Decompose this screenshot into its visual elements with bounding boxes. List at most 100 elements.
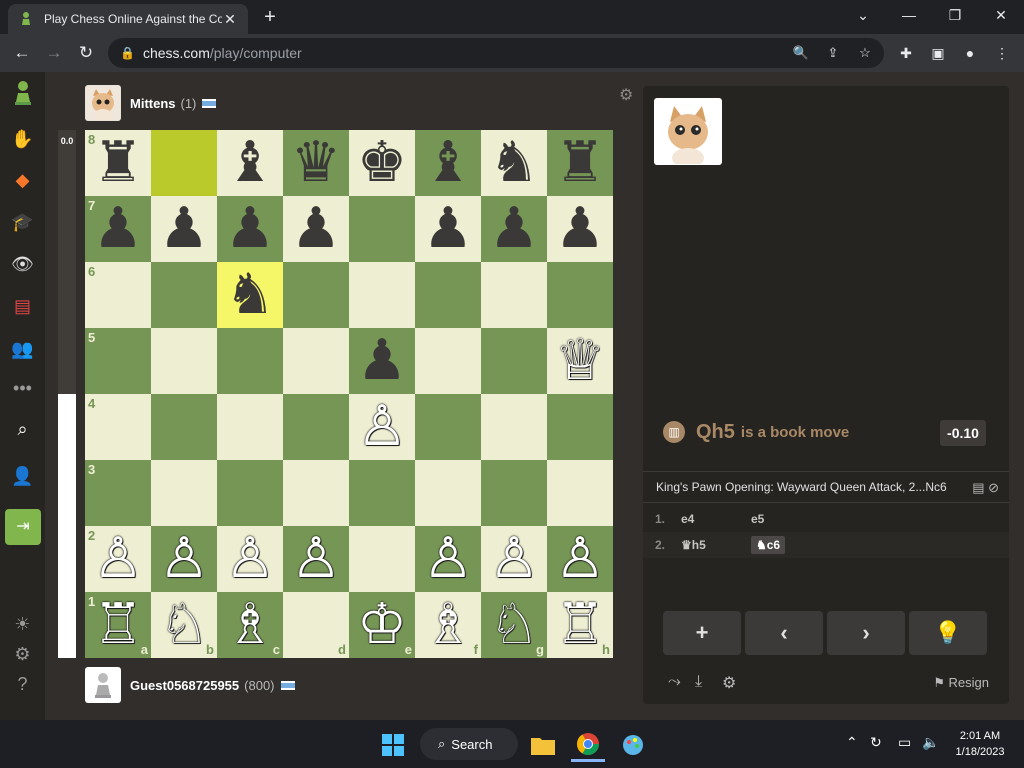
square-b1[interactable]: b ♘ — [151, 592, 217, 658]
extensions-icon[interactable]: ✚ — [896, 43, 916, 63]
square-d6[interactable] — [283, 262, 349, 328]
square-g4[interactable] — [481, 394, 547, 460]
paint-icon[interactable] — [616, 728, 650, 762]
chess-piece-e1[interactable]: ♔ — [357, 592, 407, 658]
black-move[interactable]: ♞c6 — [751, 536, 786, 554]
opening-book-icon[interactable]: ▤ ⊘ — [972, 480, 999, 496]
watch-icon[interactable]: 👁 — [8, 250, 37, 279]
chess-piece-g2[interactable]: ♙ — [489, 526, 539, 592]
square-a4[interactable]: 4 — [85, 394, 151, 460]
chess-piece-b7[interactable]: ♟ — [159, 196, 209, 262]
network-icon[interactable]: ▭ — [898, 734, 911, 751]
square-e2[interactable] — [349, 526, 415, 592]
address-bar[interactable]: 🔒 chess.com/play/computer 🔍 ⇪ ☆ — [108, 38, 884, 68]
chess-piece-c2[interactable]: ♙ — [225, 526, 275, 592]
theme-icon[interactable]: ☀ — [8, 610, 37, 639]
new-game-button[interactable]: + — [663, 611, 741, 655]
square-h2[interactable]: ♙ — [547, 526, 613, 592]
square-e3[interactable] — [349, 460, 415, 526]
back-icon[interactable]: ← — [10, 41, 34, 65]
square-h6[interactable] — [547, 262, 613, 328]
square-c2[interactable]: ♙ — [217, 526, 283, 592]
square-d7[interactable]: ♟ — [283, 196, 349, 262]
chess-piece-h7[interactable]: ♟ — [555, 196, 605, 262]
square-h7[interactable]: ♟ — [547, 196, 613, 262]
square-d8[interactable]: ♛ — [283, 130, 349, 196]
file-explorer-icon[interactable] — [526, 728, 560, 762]
chess-piece-h1[interactable]: ♖ — [555, 592, 605, 658]
square-h8[interactable]: ♜ — [547, 130, 613, 196]
reload-icon[interactable]: ↻ — [74, 41, 98, 65]
previous-move-button[interactable]: ‹ — [745, 611, 823, 655]
square-b7[interactable]: ♟ — [151, 196, 217, 262]
forward-icon[interactable]: → — [42, 41, 66, 65]
share-icon[interactable]: ⤳ — [668, 673, 681, 691]
news-icon[interactable]: ▤ — [8, 292, 37, 321]
chess-piece-e4[interactable]: ♙ — [357, 394, 407, 460]
square-e4[interactable]: ♙ — [349, 394, 415, 460]
square-g1[interactable]: g ♘ — [481, 592, 547, 658]
chess-piece-f1[interactable]: ♗ — [423, 592, 473, 658]
square-e5[interactable]: ♟ — [349, 328, 415, 394]
square-f3[interactable] — [415, 460, 481, 526]
chess-piece-d2[interactable]: ♙ — [291, 526, 341, 592]
square-f7[interactable]: ♟ — [415, 196, 481, 262]
square-g3[interactable] — [481, 460, 547, 526]
square-d3[interactable] — [283, 460, 349, 526]
browser-tab[interactable]: Play Chess Online Against the Co ✕ — [8, 4, 248, 34]
square-e7[interactable] — [349, 196, 415, 262]
taskbar-clock[interactable]: 2:01 AM 1/18/2023 — [950, 728, 1010, 760]
chess-piece-c1[interactable]: ♗ — [225, 592, 275, 658]
chess-piece-g8[interactable]: ♞ — [489, 130, 539, 196]
square-h3[interactable] — [547, 460, 613, 526]
chesscom-logo-icon[interactable] — [8, 80, 37, 109]
learn-icon[interactable]: 🎓 — [8, 208, 37, 237]
square-h4[interactable] — [547, 394, 613, 460]
chess-piece-g1[interactable]: ♘ — [489, 592, 539, 658]
more-icon[interactable]: ••• — [8, 374, 37, 403]
settings-icon[interactable]: ⚙ — [8, 640, 37, 669]
square-a1[interactable]: 1 a ♖ — [85, 592, 151, 658]
white-move[interactable]: ♛h5 — [681, 538, 751, 552]
chrome-icon[interactable] — [571, 728, 605, 762]
square-d2[interactable]: ♙ — [283, 526, 349, 592]
square-g6[interactable] — [481, 262, 547, 328]
social-icon[interactable]: 👥 — [8, 335, 37, 364]
chessboard[interactable]: 8 ♜ ♝ ♛ ♚ ♝ ♞ ♜ 7 ♟ ♟ ♟ ♟ ♟ ♟ ♟ 6 ♞ 5 ♟ ♕ 4 ♙ 3 2 ♙ ♙ ♙ ♙ ♙ ♙ ♙ 1 a ♖ b ♘ c ♗ d… — [85, 130, 613, 658]
settings-icon[interactable]: ⚙ — [722, 673, 736, 693]
zoom-icon[interactable]: 🔍 — [791, 43, 811, 63]
square-b3[interactable] — [151, 460, 217, 526]
update-icon[interactable]: ↻ — [870, 734, 882, 751]
puzzles-icon[interactable]: ◆ — [8, 166, 37, 195]
square-e8[interactable]: ♚ — [349, 130, 415, 196]
download-icon[interactable]: ⤓ — [695, 673, 702, 691]
square-d4[interactable] — [283, 394, 349, 460]
square-c5[interactable] — [217, 328, 283, 394]
chess-piece-c8[interactable]: ♝ — [225, 130, 275, 196]
square-c6[interactable]: ♞ — [217, 262, 283, 328]
square-h5[interactable]: ♕ — [547, 328, 613, 394]
square-d1[interactable]: d — [283, 592, 349, 658]
chess-piece-a8[interactable]: ♜ — [93, 130, 143, 196]
square-a6[interactable]: 6 — [85, 262, 151, 328]
chess-piece-b2[interactable]: ♙ — [159, 526, 209, 592]
square-h1[interactable]: h ♖ — [547, 592, 613, 658]
bookmark-star-icon[interactable]: ☆ — [855, 43, 875, 63]
black-move[interactable]: e5 — [751, 512, 821, 526]
square-e1[interactable]: e ♔ — [349, 592, 415, 658]
square-a8[interactable]: 8 ♜ — [85, 130, 151, 196]
chess-piece-b1[interactable]: ♘ — [159, 592, 209, 658]
side-panel-icon[interactable]: ▣ — [928, 43, 948, 63]
square-c1[interactable]: c ♗ — [217, 592, 283, 658]
chess-piece-a2[interactable]: ♙ — [93, 526, 143, 592]
chess-piece-h2[interactable]: ♙ — [555, 526, 605, 592]
signup-icon[interactable]: ⇥ — [5, 509, 41, 545]
chess-piece-e8[interactable]: ♚ — [357, 130, 407, 196]
square-e6[interactable] — [349, 262, 415, 328]
profile-icon[interactable]: ● — [960, 43, 980, 63]
square-g2[interactable]: ♙ — [481, 526, 547, 592]
square-g5[interactable] — [481, 328, 547, 394]
resign-button[interactable]: ⚑ Resign — [933, 675, 989, 691]
square-c7[interactable]: ♟ — [217, 196, 283, 262]
square-f4[interactable] — [415, 394, 481, 460]
